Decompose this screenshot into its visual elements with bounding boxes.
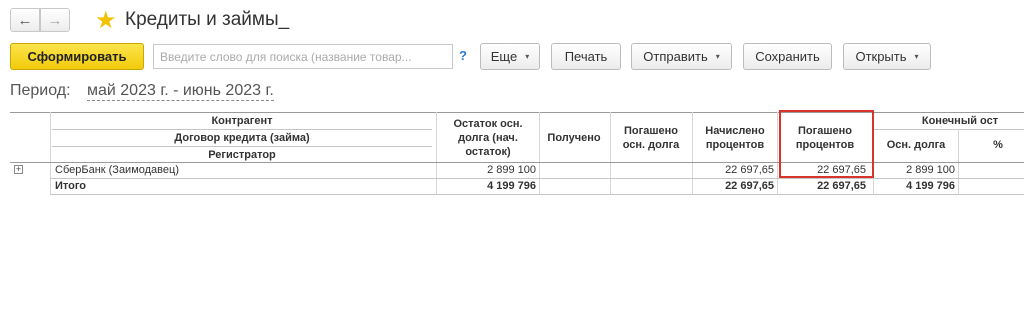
period-link[interactable]: май 2023 г. - июнь 2023 г. xyxy=(87,82,274,101)
generate-report-button[interactable]: Сформировать xyxy=(10,43,144,70)
header-closing-principal: Осн. долга xyxy=(886,139,946,151)
total-closing-principal: 4 199 796 xyxy=(906,180,955,192)
column-divider xyxy=(610,112,611,194)
highlight-annotation-box xyxy=(779,110,874,178)
help-icon[interactable]: ? xyxy=(459,48,467,63)
row-divider xyxy=(50,178,1024,179)
header-loan-contract: Договор кредита (займа) xyxy=(174,132,310,144)
header-opening-balance: Остаток осн. долга (нач. остаток) xyxy=(453,118,523,158)
header-accrued-interest: Начислено процентов xyxy=(705,125,765,151)
chevron-down-icon: ▾ xyxy=(914,52,919,61)
open-button-label: Открыть xyxy=(855,49,907,64)
header-closing-balance-group: Конечный ост xyxy=(921,115,999,127)
page-title: Кредиты и займы_ xyxy=(125,9,290,30)
total-accrued-interest: 22 697,65 xyxy=(725,180,774,192)
open-button[interactable]: Открыть ▾ xyxy=(843,43,931,70)
row-accrued-interest: 22 697,65 xyxy=(725,164,774,176)
header-divider xyxy=(874,129,1024,130)
expand-row-icon[interactable]: + xyxy=(14,165,23,174)
favorite-star-icon[interactable]: ★ xyxy=(95,6,117,35)
column-divider xyxy=(539,112,540,194)
column-divider xyxy=(777,112,778,194)
row-closing-principal: 2 899 100 xyxy=(906,164,955,176)
print-button[interactable]: Печать xyxy=(551,43,621,70)
header-closing-percent: % xyxy=(993,139,1003,151)
row-divider xyxy=(50,194,1024,195)
total-label: Итого xyxy=(55,180,87,192)
column-divider xyxy=(436,112,437,194)
header-counterparty: Контрагент xyxy=(211,115,273,127)
header-divider xyxy=(52,129,432,130)
total-repaid-interest: 22 697,65 xyxy=(817,180,866,192)
send-button-label: Отправить xyxy=(643,49,708,64)
chevron-down-icon: ▾ xyxy=(525,52,530,61)
back-button[interactable]: ← xyxy=(10,8,40,32)
row-opening-balance: 2 899 100 xyxy=(487,164,536,176)
header-received: Получено xyxy=(547,132,601,144)
period-label: Период: xyxy=(10,82,71,99)
more-button[interactable]: Еще ▾ xyxy=(480,43,540,70)
arrow-right-icon: → xyxy=(47,11,63,29)
save-button[interactable]: Сохранить xyxy=(743,43,832,70)
send-button[interactable]: Отправить ▾ xyxy=(631,43,732,70)
arrow-left-icon: ← xyxy=(17,11,33,29)
search-input[interactable]: Введите слово для поиска (название товар… xyxy=(153,44,453,69)
more-button-label: Еще xyxy=(490,49,518,64)
column-divider xyxy=(50,112,51,194)
total-opening-balance: 4 199 796 xyxy=(487,180,536,192)
row-counterparty: СберБанк (Заимодавец) xyxy=(55,164,179,176)
column-divider xyxy=(692,112,693,194)
forward-button[interactable]: → xyxy=(40,8,70,32)
header-registrar: Регистратор xyxy=(208,149,276,161)
header-divider xyxy=(52,146,432,147)
chevron-down-icon: ▾ xyxy=(715,52,720,61)
header-repaid-principal: Погашено осн. долга xyxy=(622,125,680,151)
